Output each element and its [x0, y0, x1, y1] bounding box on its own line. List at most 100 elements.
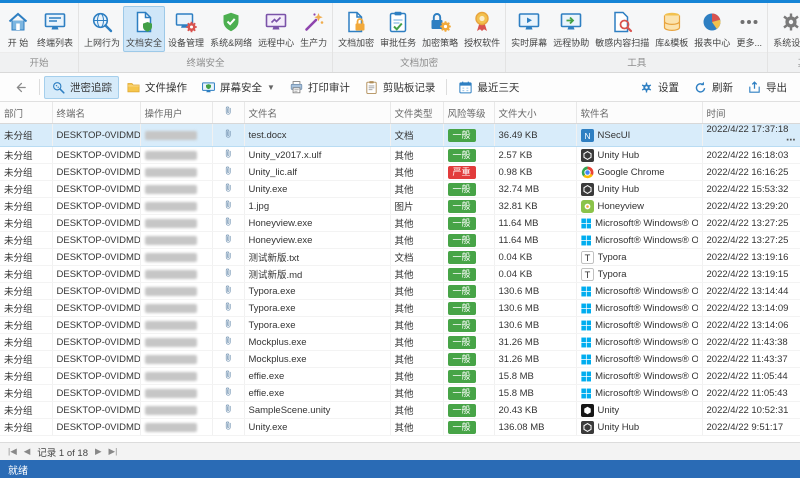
column-header-filesize[interactable]: 文件大小: [494, 102, 577, 124]
column-header-dept[interactable]: 部门: [0, 102, 53, 124]
cell-attachment[interactable]: [212, 299, 245, 317]
table-row[interactable]: 未分组 DESKTOP-0VIDMDJ Typora.exe 其他 一般 130.6 MB…: [0, 299, 800, 317]
column-header-terminal[interactable]: 终端名: [52, 102, 141, 124]
ribbon-item-doc-encrypt[interactable]: 文档加密: [335, 6, 377, 52]
cell-attachment[interactable]: [212, 282, 245, 300]
table-row[interactable]: 未分组 DESKTOP-0VIDMDJ Unity.exe 其他 一般 32.74 MB U…: [0, 180, 800, 198]
cell-attachment[interactable]: [212, 146, 245, 164]
table-row[interactable]: 未分组 DESKTOP-0VIDMDJ SampleScene.unity 其他 一般 2…: [0, 401, 800, 419]
cell-attachment[interactable]: [212, 180, 245, 198]
cell-attachment[interactable]: [212, 333, 245, 351]
cell-attachment[interactable]: [212, 350, 245, 368]
toolbar-button-back[interactable]: [6, 76, 35, 99]
operator-redacted: [144, 422, 197, 432]
ribbon-item-system-settings[interactable]: 系统设置: [770, 6, 800, 52]
ribbon-item-doc-security[interactable]: 文档安全: [123, 6, 166, 52]
ribbon-item-live-screen[interactable]: 实时屏幕: [508, 6, 550, 52]
table-row[interactable]: 未分组 DESKTOP-0VIDMDJ 1.jpg 图片 一般 32.81 KB Honey…: [0, 197, 800, 215]
table-row[interactable]: 未分组 DESKTOP-0VIDMDJ Unity_lic.alf 其他 严重 0.98 …: [0, 163, 800, 181]
column-header-operator[interactable]: 操作用户: [140, 102, 213, 124]
table-row[interactable]: 未分组 DESKTOP-0VIDMDJ test.docx 文档 一般 36.49 KB N…: [0, 123, 800, 147]
toolbar-button-recent-3-days[interactable]: 最近三天: [451, 76, 526, 99]
table-row[interactable]: 未分组 DESKTOP-0VIDMDJ Honeyview.exe 其他 一般 11.64…: [0, 231, 800, 249]
table-row[interactable]: 未分组 DESKTOP-0VIDMDJ Typora.exe 其他 一般 130.6 MB…: [0, 316, 800, 334]
table-row[interactable]: 未分组 DESKTOP-0VIDMDJ Mockplus.exe 其他 一般 31.26 …: [0, 350, 800, 368]
cell-attachment[interactable]: [212, 231, 245, 249]
app-icon-typora: T: [580, 250, 594, 264]
cell-app: Unity: [576, 401, 703, 419]
cell-app: Microsoft® Windows® Oper...: [576, 282, 703, 300]
cell-attachment[interactable]: [212, 401, 245, 419]
cell-attachment[interactable]: [212, 384, 245, 402]
column-header-attachment[interactable]: [212, 102, 245, 124]
toolbar-button-screen-security[interactable]: 屏幕安全 ▼: [194, 76, 282, 99]
pager-last-icon[interactable]: ▶|: [109, 446, 118, 457]
cell-attachment[interactable]: [212, 163, 245, 181]
ribbon-item-remote-center[interactable]: 远程中心: [255, 6, 297, 52]
table-row[interactable]: 未分组 DESKTOP-0VIDMDJ effie.exe 其他 一般 15.8 MB Mi…: [0, 367, 800, 385]
toolbar-button-label: 剪贴板记录: [382, 81, 436, 94]
table-row[interactable]: 未分组 DESKTOP-0VIDMDJ 测试新版.txt 文档 一般 0.04 KB T Ty…: [0, 248, 800, 266]
column-header-filename[interactable]: 文件名: [244, 102, 391, 124]
app-name: Typora: [597, 251, 627, 263]
table-row[interactable]: 未分组 DESKTOP-0VIDMDJ effie.exe 其他 一般 15.8 MB Mi…: [0, 384, 800, 402]
cell-app: T Typora: [576, 248, 703, 266]
ribbon-item-start[interactable]: 开 始: [2, 6, 34, 52]
cell-attachment[interactable]: [212, 197, 245, 215]
pager-prev-icon[interactable]: ◀: [24, 446, 31, 457]
operator-redacted: [144, 150, 197, 160]
toolbar-button-refresh[interactable]: 刷新: [686, 76, 740, 99]
column-header-appname[interactable]: 软件名: [576, 102, 703, 124]
ribbon-item-system-network[interactable]: 系统&网络: [207, 6, 255, 52]
cell-operator: [140, 418, 213, 436]
toolbar-button-settings[interactable]: 设置: [632, 76, 686, 99]
toolbar-button-leak-trace[interactable]: 泄密追踪: [44, 75, 119, 99]
table-row[interactable]: 未分组 DESKTOP-0VIDMDJ Unity.exe 其他 一般 136.08 MB…: [0, 418, 800, 436]
operator-redacted: [144, 252, 197, 262]
ribbon-item-more[interactable]: 更多...: [733, 6, 765, 52]
app-name: Microsoft® Windows® Oper...: [595, 319, 697, 331]
report-center-icon: [703, 13, 721, 31]
doc-security-icon: [136, 11, 153, 33]
row-actions-ellipsis[interactable]: ⋯: [786, 135, 796, 146]
cell-attachment[interactable]: [212, 367, 245, 385]
ribbon-item-device-manage[interactable]: 设备管理: [165, 6, 207, 52]
ribbon-item-productivity[interactable]: 生产力: [297, 6, 330, 52]
risk-badge: 一般: [447, 267, 476, 281]
ribbon-item-approve-task[interactable]: 审批任务: [377, 6, 419, 52]
cell-attachment[interactable]: [212, 214, 245, 232]
ribbon-item-licensed-software[interactable]: 授权软件: [461, 6, 503, 52]
toolbar-button-file-operations[interactable]: 文件操作: [119, 76, 194, 99]
cell-attachment[interactable]: [212, 418, 245, 436]
column-header-filetype[interactable]: 文件类型: [390, 102, 444, 124]
pager-first-icon[interactable]: |◀: [8, 446, 17, 457]
ribbon-item-library-template[interactable]: 库&模板: [652, 6, 691, 52]
ribbon-item-terminal-list[interactable]: 终端列表: [34, 6, 76, 52]
pager-next-icon[interactable]: ▶: [95, 446, 102, 457]
ribbon-item-report-center[interactable]: 报表中心: [691, 6, 733, 52]
cell-attachment[interactable]: [212, 123, 245, 147]
toolbar-button-clipboard-record[interactable]: 剪贴板记录: [357, 76, 443, 99]
file-ops-icon: [127, 82, 140, 92]
ribbon-item-encrypt-policy[interactable]: 加密策略: [419, 6, 461, 52]
toolbar-button-print-audit[interactable]: 打印审计: [282, 76, 357, 99]
ribbon-item-remote-assist[interactable]: 远程协助: [550, 6, 592, 52]
ribbon-item-web-behavior[interactable]: 上网行为: [81, 6, 123, 52]
cell-filename: Mockplus.exe: [244, 333, 391, 351]
table-row[interactable]: 未分组 DESKTOP-0VIDMDJ Honeyview.exe 其他 一般 11.64…: [0, 214, 800, 232]
table-row[interactable]: 未分组 DESKTOP-0VIDMDJ Typora.exe 其他 一般 130.6 MB…: [0, 282, 800, 300]
table-row[interactable]: 未分组 DESKTOP-0VIDMDJ Mockplus.exe 其他 一般 31.26 …: [0, 333, 800, 351]
table-row[interactable]: 未分组 DESKTOP-0VIDMDJ 测试新版.md 其他 一般 0.04 KB T Typ…: [0, 265, 800, 283]
cell-attachment[interactable]: [212, 248, 245, 266]
cell-app: N NSecUI: [576, 123, 703, 147]
cell-terminal: DESKTOP-0VIDMDJ: [52, 350, 141, 368]
table-row[interactable]: 未分组 DESKTOP-0VIDMDJ Unity_v2017.x.ulf 其他 一般 2…: [0, 146, 800, 164]
cell-attachment[interactable]: [212, 316, 245, 334]
ribbon-item-sensitive-scan[interactable]: 敏感内容扫描: [592, 6, 652, 52]
cell-attachment[interactable]: [212, 265, 245, 283]
toolbar-button-export[interactable]: 导出: [740, 76, 794, 99]
operator-redacted: [144, 130, 197, 140]
column-header-time[interactable]: 时间: [702, 102, 800, 124]
operator-redacted: [144, 235, 197, 245]
column-header-risk[interactable]: 风险等级: [443, 102, 495, 124]
